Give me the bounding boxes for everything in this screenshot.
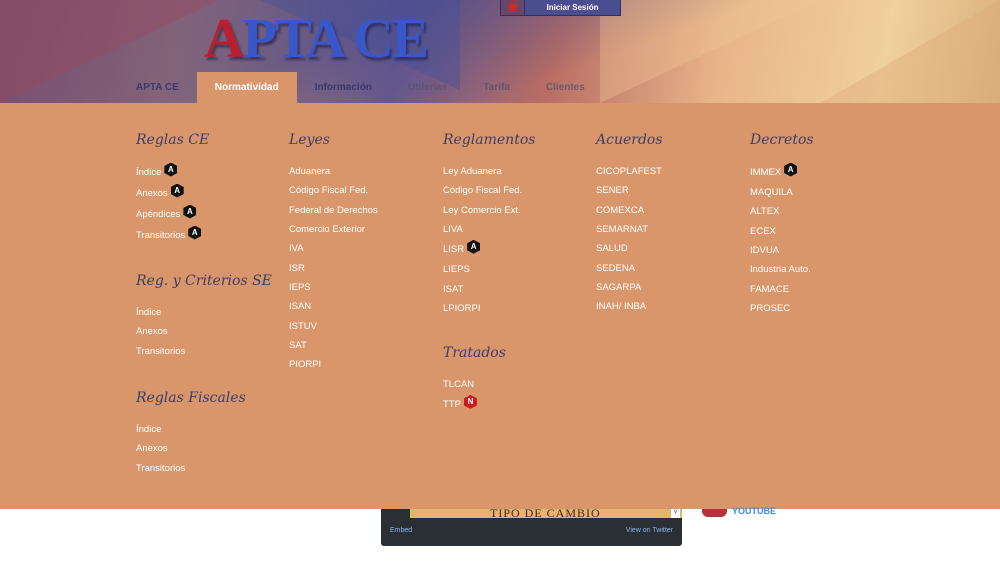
reglamentos-codigo-fiscal-link[interactable]: Código Fiscal Fed. bbox=[443, 181, 535, 200]
reglas-fiscales-anexos-link[interactable]: Anexos bbox=[136, 439, 272, 458]
leyes-isr-link[interactable]: ISR bbox=[289, 258, 378, 277]
acuerdos-sener-link[interactable]: SENER bbox=[596, 181, 663, 200]
decretos-altex-link[interactable]: ALTEX bbox=[750, 202, 814, 221]
decretos-idvua-link[interactable]: IDVUA bbox=[750, 241, 814, 260]
leyes-istuv-link[interactable]: ISTUV bbox=[289, 316, 378, 335]
updated-badge-icon: A bbox=[170, 183, 184, 198]
reg-criterios-transitorios-link[interactable]: Transitorios bbox=[136, 342, 272, 361]
youtube-icon[interactable] bbox=[702, 509, 727, 517]
decretos-famace-link[interactable]: FAMACE bbox=[750, 279, 814, 298]
reglamentos-liva-link[interactable]: LIVA bbox=[443, 220, 535, 239]
youtube-link[interactable]: YOUTUBE bbox=[732, 506, 776, 516]
decretos-ecex-link[interactable]: ECEX bbox=[750, 222, 814, 241]
leyes-isan-link[interactable]: ISAN bbox=[289, 297, 378, 316]
decretos-industria-auto-link[interactable]: Industria Auto. bbox=[750, 260, 814, 279]
updated-badge-icon: A bbox=[183, 204, 197, 219]
reglas-ce-indice-link[interactable]: Índice A bbox=[136, 162, 272, 183]
nav-utilerias[interactable]: Utilerías bbox=[390, 72, 465, 103]
leyes-heading: Leyes bbox=[289, 132, 330, 148]
acuerdos-inah-inba-link[interactable]: INAH/ INBA bbox=[596, 297, 663, 316]
decretos-heading: Decretos bbox=[750, 132, 814, 148]
embed-link[interactable]: Embed bbox=[390, 527, 412, 534]
updated-badge-icon: A bbox=[784, 162, 798, 177]
leyes-iva-link[interactable]: IVA bbox=[289, 239, 378, 258]
updated-badge-icon: A bbox=[164, 162, 178, 177]
tratados-ttp-link[interactable]: TTP N bbox=[443, 394, 535, 415]
tratados-heading: Tratados bbox=[443, 345, 506, 362]
new-badge-icon: N bbox=[463, 394, 477, 409]
reglamentos-lpiorpi-link[interactable]: LPIORPI bbox=[443, 299, 535, 318]
normatividad-dropdown: Reglas CE Índice A Anexos A Apéndices A Tra… bbox=[0, 103, 1000, 509]
reglas-ce-transitorios-link[interactable]: Transitorios A bbox=[136, 225, 272, 246]
nav-normatividad[interactable]: Normatividad bbox=[196, 72, 297, 103]
lock-icon bbox=[501, 0, 525, 15]
reglas-ce-heading: Reglas CE bbox=[136, 132, 210, 148]
twitter-widget-footer: Embed View on Twitter bbox=[381, 518, 682, 546]
reglas-fiscales-heading: Reglas Fiscales bbox=[136, 389, 246, 406]
acuerdos-comexca-link[interactable]: COMEXCA bbox=[596, 201, 663, 220]
leyes-aduanera-link[interactable]: Aduanera bbox=[289, 162, 378, 181]
reglamentos-ley-comercio-link[interactable]: Ley Comercio Ext. bbox=[443, 201, 535, 220]
acuerdos-sedena-link[interactable]: SEDENA bbox=[596, 258, 663, 277]
reglas-ce-apendices-link[interactable]: Apéndices A bbox=[136, 204, 272, 225]
reglamentos-isat-link[interactable]: ISAT bbox=[443, 279, 535, 298]
reglas-ce-anexos-link[interactable]: Anexos A bbox=[136, 183, 272, 204]
reglas-fiscales-transitorios-link[interactable]: Transitorios bbox=[136, 458, 272, 477]
twitter-widget-edge bbox=[381, 509, 410, 518]
apta-ce-logo[interactable]: APTA CE bbox=[204, 8, 429, 70]
acuerdos-semarnat-link[interactable]: SEMARNAT bbox=[596, 220, 663, 239]
nav-informacion[interactable]: Información bbox=[297, 72, 390, 103]
reg-criterios-heading: Reg. y Criterios SE bbox=[136, 273, 272, 289]
site-header: APTA CE Iniciar Sesión APTA CE Normativi… bbox=[0, 0, 1000, 103]
exchange-rate-title: TIPO DE CAMBIO bbox=[490, 509, 601, 518]
leyes-federal-derechos-link[interactable]: Federal de Derechos bbox=[289, 201, 378, 220]
updated-badge-icon: A bbox=[188, 225, 202, 240]
reglamentos-heading: Reglamentos bbox=[443, 132, 536, 148]
acuerdos-sagarpa-link[interactable]: SAGARPA bbox=[596, 278, 663, 297]
nav-tarifa[interactable]: Tarifa bbox=[465, 72, 528, 103]
login-label: Iniciar Sesión bbox=[546, 3, 599, 12]
main-nav: APTA CE Normatividad Información Utilerí… bbox=[0, 72, 603, 103]
menu-column-leyes: Leyes Aduanera Código Fiscal Fed. Federa… bbox=[289, 131, 378, 374]
reglamentos-lieps-link[interactable]: LIEPS bbox=[443, 260, 535, 279]
decretos-immex-link[interactable]: IMMEX A bbox=[750, 162, 814, 183]
leyes-ieps-link[interactable]: IEPS bbox=[289, 278, 378, 297]
menu-column-reglas: Reglas CE Índice A Anexos A Apéndices A Tra… bbox=[136, 131, 272, 478]
reglamentos-ley-aduanera-link[interactable]: Ley Aduanera bbox=[443, 162, 535, 181]
menu-column-reglamentos: Reglamentos Ley Aduanera Código Fiscal F… bbox=[443, 131, 535, 415]
reg-criterios-indice-link[interactable]: Índice bbox=[136, 303, 272, 322]
login-button[interactable]: Iniciar Sesión bbox=[500, 0, 621, 16]
reglamentos-lisr-link[interactable]: LISR A bbox=[443, 239, 535, 260]
acuerdos-heading: Acuerdos bbox=[596, 132, 663, 148]
reglas-fiscales-indice-link[interactable]: Índice bbox=[136, 420, 272, 439]
leyes-codigo-fiscal-link[interactable]: Código Fiscal Fed. bbox=[289, 181, 378, 200]
nav-clientes[interactable]: Clientes bbox=[528, 72, 603, 103]
chevron-down-icon[interactable]: ˅ bbox=[671, 509, 680, 518]
acuerdos-salud-link[interactable]: SALUD bbox=[596, 239, 663, 258]
tratados-tlcan-link[interactable]: TLCAN bbox=[443, 375, 535, 394]
leyes-piorpi-link[interactable]: PIORPI bbox=[289, 355, 378, 374]
menu-column-decretos: Decretos IMMEX A MAQUILA ALTEX ECEX IDVUA… bbox=[750, 131, 814, 318]
view-on-twitter-link[interactable]: View on Twitter bbox=[626, 527, 673, 534]
updated-badge-icon: A bbox=[467, 239, 481, 254]
acuerdos-cicoplafest-link[interactable]: CICOPLAFEST bbox=[596, 162, 663, 181]
leyes-sat-link[interactable]: SAT bbox=[289, 336, 378, 355]
nav-apta-ce[interactable]: APTA CE bbox=[0, 72, 197, 103]
decretos-prosec-link[interactable]: PROSEC bbox=[750, 299, 814, 318]
menu-column-acuerdos: Acuerdos CICOPLAFEST SENER COMEXCA SEMAR… bbox=[596, 131, 663, 316]
decretos-maquila-link[interactable]: MAQUILA bbox=[750, 183, 814, 202]
reg-criterios-anexos-link[interactable]: Anexos bbox=[136, 322, 272, 341]
leyes-comercio-exterior-link[interactable]: Comercio Exterior bbox=[289, 220, 378, 239]
exchange-rate-banner: TIPO DE CAMBIO ˅ bbox=[410, 509, 682, 518]
